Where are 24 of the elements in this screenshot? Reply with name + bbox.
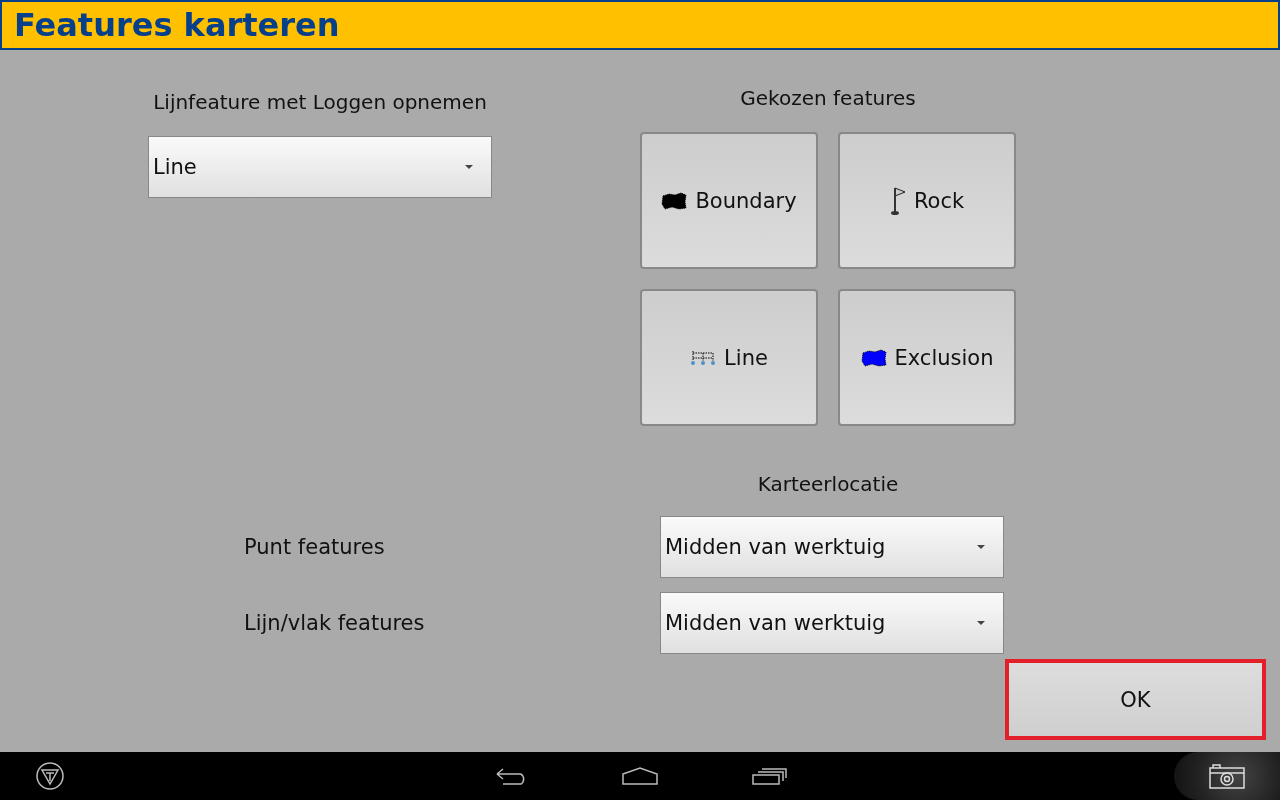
line-feature-dropdown[interactable]: Line [148, 136, 492, 198]
feature-button[interactable]: Boundary [640, 132, 818, 269]
caret-icon [977, 545, 985, 549]
feature-button[interactable]: Rock [838, 132, 1016, 269]
feature-button[interactable]: Line [640, 289, 818, 426]
feature-button[interactable]: Exclusion [838, 289, 1016, 426]
recent-apps-icon[interactable] [751, 766, 787, 786]
caret-icon [977, 621, 985, 625]
caret-icon [465, 165, 473, 169]
field-label: Punt features [244, 535, 386, 559]
field-label: Lijn/vlak features [244, 611, 426, 635]
camera-button[interactable] [1174, 752, 1280, 800]
home-icon[interactable] [621, 766, 659, 786]
flag-icon [889, 185, 906, 216]
location-dropdown[interactable]: Midden van werktuig [660, 516, 1004, 578]
location-dropdown[interactable]: Midden van werktuig [660, 592, 1004, 654]
triangle-circle-icon[interactable] [35, 761, 65, 791]
section-label: Gekozen features [740, 86, 916, 110]
section-label: Karteerlocatie [757, 472, 899, 496]
line-icon [690, 348, 717, 367]
camera-icon [1208, 762, 1246, 790]
ok-button[interactable]: OK [1005, 659, 1266, 740]
window-title: Features karteren [14, 6, 340, 44]
field-label: Lijnfeature met Loggen opnemen [153, 90, 487, 114]
